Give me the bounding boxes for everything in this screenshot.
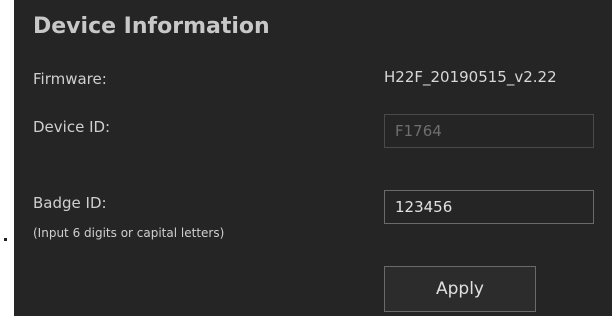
stray-dot-marker — [4, 238, 7, 241]
panel-title: Device Information — [33, 14, 270, 39]
firmware-value: H22F_20190515_v2.22 — [384, 68, 557, 86]
badge-id-hint: (Input 6 digits or capital letters) — [33, 226, 225, 240]
device-id-label: Device ID: — [33, 118, 111, 136]
badge-id-label: Badge ID: — [33, 194, 107, 212]
firmware-label: Firmware: — [33, 70, 107, 88]
badge-id-field[interactable] — [384, 190, 594, 224]
device-id-field — [384, 114, 594, 148]
device-information-panel: Device Information Firmware: H22F_201905… — [14, 0, 612, 316]
apply-button[interactable]: Apply — [384, 266, 536, 312]
